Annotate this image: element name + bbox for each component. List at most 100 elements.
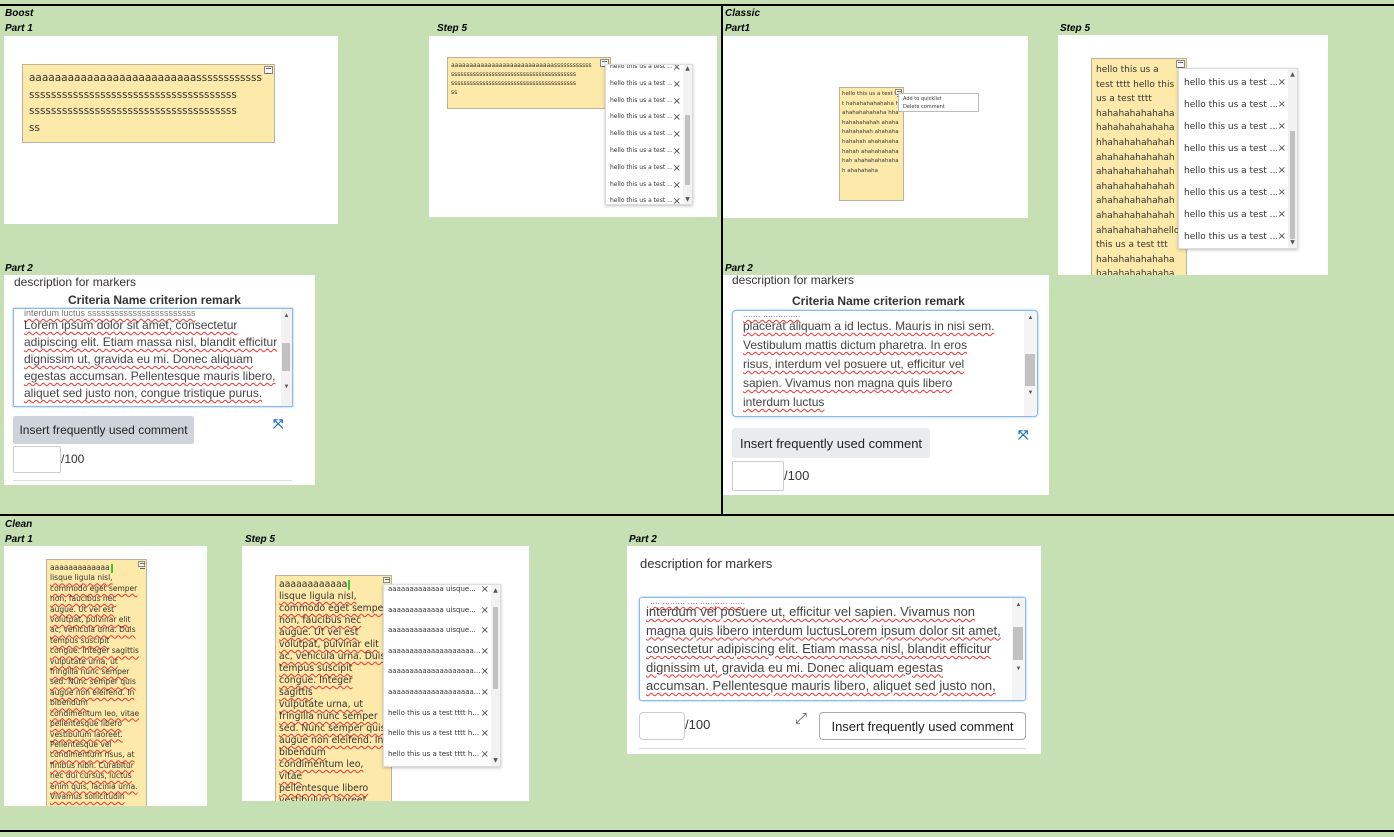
remove-icon[interactable]: × xyxy=(481,625,489,636)
quicklist-scrollbar[interactable]: ▲ ▼ xyxy=(683,65,692,204)
quicklist-item[interactable]: hello this us a test ... xyxy=(1179,232,1277,242)
quicklist-item[interactable]: aaaaaaaaaaaaa uisque... xyxy=(384,606,480,614)
remove-icon[interactable]: × xyxy=(481,749,489,760)
boost-step5-note[interactable]: aaaaaaaaaaaaaaaaaaaaaaaaaaaassssssssssss… xyxy=(447,57,611,109)
remove-icon[interactable]: × xyxy=(1278,187,1286,198)
insert-comment-button[interactable]: Insert frequently used comment xyxy=(819,712,1026,740)
remove-icon[interactable]: × xyxy=(673,180,681,191)
remove-icon[interactable]: × xyxy=(673,112,681,123)
quicklist-scrollbar[interactable]: ▲ ▼ xyxy=(1288,69,1297,248)
clean-step5-note[interactable]: aaaaaaaaaaaa lisque ligula nisl, commodo … xyxy=(275,575,392,801)
comment-textarea[interactable]: interdum luctus ssssssssssssssssssssssss… xyxy=(13,308,293,407)
quicklist-item[interactable]: hello this us a test ... xyxy=(1179,144,1277,154)
scroll-thumb[interactable] xyxy=(1013,627,1023,660)
quicklist-item[interactable]: hello this us a test ... xyxy=(1179,166,1277,176)
textarea-scrollbar[interactable]: ▲ ▼ xyxy=(281,309,292,406)
scroll-thumb[interactable] xyxy=(685,115,690,185)
comment-textarea[interactable]: .... ......... .... ........... ...... i… xyxy=(639,597,1026,701)
scroll-down-icon[interactable]: ▼ xyxy=(281,384,292,390)
clean-part1-note[interactable]: aaaaaaaaaaaaa lisque ligula nisl, commodo… xyxy=(46,559,147,806)
textarea-scrollbar[interactable]: ▲ ▼ xyxy=(1024,311,1037,416)
scroll-up-icon[interactable]: ▲ xyxy=(1024,315,1037,321)
scroll-thumb[interactable] xyxy=(1290,131,1295,239)
classic-part1-note[interactable]: hello this us a test tttt hahahahahahaha… xyxy=(839,87,904,201)
scroll-thumb[interactable] xyxy=(1025,354,1035,386)
scroll-up-icon[interactable]: ▲ xyxy=(491,588,500,594)
score-input[interactable] xyxy=(13,446,61,473)
quicklist-item[interactable]: hello this us a test ... xyxy=(1179,122,1277,132)
remove-icon[interactable]: × xyxy=(673,146,681,157)
menu-item-add-quicklist[interactable]: Add to quicklist xyxy=(903,95,974,103)
scroll-up-icon[interactable]: ▲ xyxy=(1288,72,1297,78)
quicklist-scrollbar[interactable]: ▲ ▼ xyxy=(491,585,500,766)
remove-icon[interactable]: × xyxy=(1278,143,1286,154)
insert-comment-button[interactable]: Insert frequently used comment xyxy=(732,428,930,458)
expand-icon[interactable]: ⤧ xyxy=(273,416,283,432)
minimize-note-icon[interactable] xyxy=(138,561,145,569)
quicklist-item[interactable]: hello this us a test ... xyxy=(606,65,672,70)
remove-icon[interactable]: × xyxy=(673,196,681,204)
remove-icon[interactable]: × xyxy=(1278,165,1286,176)
remove-icon[interactable]: × xyxy=(673,96,681,107)
expand-icon[interactable]: ⤧ xyxy=(1018,427,1028,443)
quicklist-item[interactable]: hello this us a test ... xyxy=(1179,78,1277,88)
score-input[interactable] xyxy=(639,712,685,740)
scroll-down-icon[interactable]: ▼ xyxy=(683,197,692,203)
menu-item-delete-comment[interactable]: Delete comment xyxy=(903,103,974,111)
quicklist-item[interactable]: hello this us a test ... xyxy=(606,197,672,204)
remove-icon[interactable]: × xyxy=(481,585,489,595)
remove-icon[interactable]: × xyxy=(1278,231,1286,242)
minimize-note-icon[interactable] xyxy=(1176,60,1185,68)
scroll-up-icon[interactable]: ▲ xyxy=(281,313,292,319)
scroll-up-icon[interactable]: ▲ xyxy=(1012,602,1025,608)
remove-icon[interactable]: × xyxy=(481,666,489,677)
quicklist-item[interactable]: hello this us a test ... xyxy=(606,181,672,188)
remove-icon[interactable]: × xyxy=(1278,121,1286,132)
quicklist-item[interactable]: hello this us a test ... xyxy=(606,113,672,120)
quicklist-item[interactable]: aaaaaaaaaaaaa uisque... xyxy=(384,626,480,634)
remove-icon[interactable]: × xyxy=(1278,77,1286,88)
quicklist-item[interactable]: hello this us a test ... xyxy=(606,164,672,171)
scroll-thumb[interactable] xyxy=(282,343,290,371)
scroll-thumb[interactable] xyxy=(493,607,498,689)
classic-step5-note[interactable]: hello this us a test tttt hello this us a … xyxy=(1091,58,1187,275)
expand-icon[interactable]: ⤢ xyxy=(795,710,807,727)
quicklist-item[interactable]: hello this us a test ... xyxy=(606,130,672,137)
quicklist-item[interactable]: hello this us a test ... xyxy=(1179,210,1277,220)
insert-comment-button[interactable]: Insert frequently used comment xyxy=(13,416,194,444)
quicklist-item[interactable]: hello this us a test ... xyxy=(606,147,672,154)
quicklist-item[interactable]: aaaaaaaaaaaaaaaaaaaa... xyxy=(384,647,480,655)
quicklist-item[interactable]: hello this us a test ... xyxy=(606,97,672,104)
remove-icon[interactable]: × xyxy=(481,605,489,616)
remove-icon[interactable]: × xyxy=(1278,209,1286,220)
score-input[interactable] xyxy=(732,461,784,491)
comment-textarea[interactable]: ....... ............... placerat aliquam… xyxy=(732,310,1038,417)
quicklist-item[interactable]: hello this us a test tttt h... xyxy=(384,709,480,717)
quicklist-item[interactable]: aaaaaaaaaaaaa uisque... xyxy=(384,585,480,593)
textarea-scrollbar[interactable]: ▲ ▼ xyxy=(1012,598,1025,700)
remove-icon[interactable]: × xyxy=(673,65,681,73)
scroll-down-icon[interactable]: ▼ xyxy=(491,758,500,764)
minimize-note-icon[interactable] xyxy=(264,66,273,74)
scroll-down-icon[interactable]: ▼ xyxy=(1288,240,1297,246)
remove-icon[interactable]: × xyxy=(481,728,489,739)
quicklist-item[interactable]: aaaaaaaaaaaaaaaaaaaa... xyxy=(384,688,480,696)
scroll-down-icon[interactable]: ▼ xyxy=(1012,666,1025,672)
remove-icon[interactable]: × xyxy=(673,129,681,140)
remove-icon[interactable]: × xyxy=(673,79,681,90)
scroll-up-icon[interactable]: ▲ xyxy=(683,66,692,72)
remove-icon[interactable]: × xyxy=(481,687,489,698)
boost-part1-note[interactable]: aaaaaaaaaaaaaaaaaaaaaaaaaassssssssssss s… xyxy=(22,64,275,143)
quicklist-item[interactable]: hello this us a test ... xyxy=(1179,100,1277,110)
remove-icon[interactable]: × xyxy=(481,708,489,719)
quicklist-item[interactable]: hello this us a test ... xyxy=(606,80,672,87)
minimize-note-icon[interactable] xyxy=(383,577,390,585)
remove-icon[interactable]: × xyxy=(1278,99,1286,110)
quicklist-item[interactable]: hello this us a test ... xyxy=(1179,188,1277,198)
quicklist-item[interactable]: aaaaaaaaaaaaaaaaaaaa... xyxy=(384,667,480,675)
quicklist-item[interactable]: hello this us a test tttt h... xyxy=(384,750,480,758)
quicklist-item[interactable]: hello this us a test tttt h... xyxy=(384,729,480,737)
scroll-down-icon[interactable]: ▼ xyxy=(1024,390,1037,396)
remove-icon[interactable]: × xyxy=(481,646,489,657)
remove-icon[interactable]: × xyxy=(673,163,681,174)
